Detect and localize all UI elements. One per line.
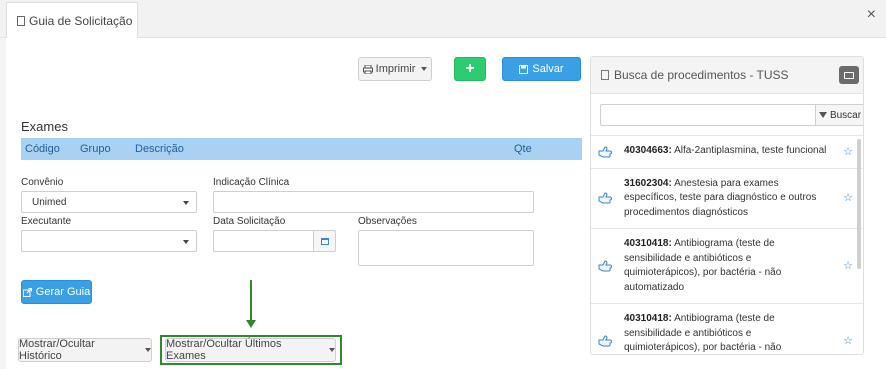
tuss-search-button[interactable]: Buscar [815, 104, 863, 126]
chevron-down-icon [183, 240, 189, 244]
tuss-results-list: 40304663: Alfa-2antiplasmina, teste func… [591, 135, 863, 354]
column-descricao: Descrição [135, 143, 184, 155]
calendar-button[interactable] [313, 231, 335, 251]
tuss-panel: Busca de procedimentos - TUSS Buscar 403… [590, 56, 864, 355]
save-icon [519, 64, 529, 74]
tuss-result-item[interactable]: 40310418: Antibiograma (teste de sensibi… [591, 228, 863, 303]
result-description: Alfa-2antiplasmina, teste funcional [674, 145, 827, 156]
result-code: 40304663: [624, 145, 672, 156]
tuss-title: Busca de procedimentos - TUSS [614, 68, 789, 82]
printer-icon [362, 64, 373, 74]
hand-point-icon[interactable] [598, 335, 612, 347]
tuss-scrollbar[interactable] [857, 139, 861, 269]
data-solicitacao-label: Data Solicitação [213, 216, 286, 227]
chevron-down-icon [329, 348, 335, 352]
print-button[interactable]: Imprimir [358, 57, 432, 81]
gerar-guia-label: Gerar Guia [35, 286, 91, 298]
tuss-result-item[interactable]: 31602304: Anestesia para exames específi… [591, 167, 863, 229]
result-code: 40310418: [624, 313, 672, 324]
hand-point-icon[interactable] [598, 192, 612, 204]
gerar-guia-button[interactable]: Gerar Guia [21, 280, 92, 304]
folder-button[interactable] [839, 66, 859, 84]
observacoes-textarea[interactable] [358, 230, 534, 266]
tuss-search-label: Buscar [829, 109, 862, 121]
toggle-ultimos-exames-button[interactable]: Mostrar/Ocultar Últimos Exames [165, 338, 336, 362]
exams-title: Exames [21, 119, 68, 134]
add-label: + [465, 60, 475, 77]
historico-label: Mostrar/Ocultar Histórico [19, 338, 95, 362]
tuss-search-input[interactable] [600, 104, 815, 126]
close-icon[interactable]: × [867, 6, 876, 24]
tab-title: Guia de Solicitação [29, 14, 133, 28]
chevron-down-icon [145, 348, 151, 352]
star-icon[interactable]: ☆ [843, 191, 853, 206]
result-code: 31602304: [624, 177, 672, 189]
toggle-historico-button[interactable]: Mostrar/Ocultar Histórico [18, 338, 152, 362]
tab-bar: Guia de Solicitação × [0, 0, 886, 39]
chevron-down-icon [421, 67, 428, 71]
save-label: Salvar [532, 63, 564, 75]
ultimos-exames-label: Mostrar/Ocultar Últimos Exames [166, 338, 282, 362]
convenio-select[interactable]: Unimed [21, 191, 197, 213]
filter-icon [818, 112, 827, 118]
annotation-arrow [250, 280, 252, 320]
calendar-icon [320, 237, 329, 245]
convenio-label: Convênio [21, 177, 64, 188]
data-solicitacao-input[interactable] [213, 230, 336, 252]
external-link-icon [22, 287, 32, 297]
annotation-arrowhead [246, 320, 256, 328]
tab-guia-solicitacao[interactable]: Guia de Solicitação [6, 2, 138, 39]
tuss-header: Busca de procedimentos - TUSS [591, 57, 863, 94]
indicacao-clinica-input[interactable] [213, 191, 534, 213]
result-code: 40310418: [624, 238, 672, 249]
indicacao-label: Indicação Clínica [213, 177, 290, 188]
add-button[interactable]: + [454, 57, 486, 81]
executante-label: Executante [21, 216, 72, 227]
column-codigo: Código [25, 143, 60, 155]
print-label: Imprimir [375, 63, 416, 75]
exams-table-header: Código Grupo Descrição Qte [21, 138, 582, 160]
hand-point-icon[interactable] [598, 146, 612, 158]
document-icon [17, 16, 25, 26]
observacoes-label: Observações [358, 216, 417, 227]
column-qte: Qte [514, 143, 532, 155]
chevron-down-icon [183, 201, 189, 205]
tuss-result-item[interactable]: 40304663: Alfa-2antiplasmina, teste func… [591, 135, 863, 168]
convenio-value: Unimed [32, 196, 67, 208]
main-content: Imprimir + Salvar Exames Código Grupo De… [6, 38, 886, 369]
column-grupo: Grupo [80, 143, 111, 155]
folder-icon [844, 71, 854, 79]
star-icon[interactable]: ☆ [843, 259, 853, 274]
star-icon[interactable]: ☆ [843, 145, 853, 160]
hand-point-icon[interactable] [598, 260, 612, 272]
tuss-result-item[interactable]: 40310418: Antibiograma (teste de sensibi… [591, 303, 863, 354]
executante-select[interactable] [21, 230, 197, 252]
star-icon[interactable]: ☆ [843, 334, 853, 349]
document-icon [601, 70, 609, 80]
save-button[interactable]: Salvar [502, 57, 581, 81]
